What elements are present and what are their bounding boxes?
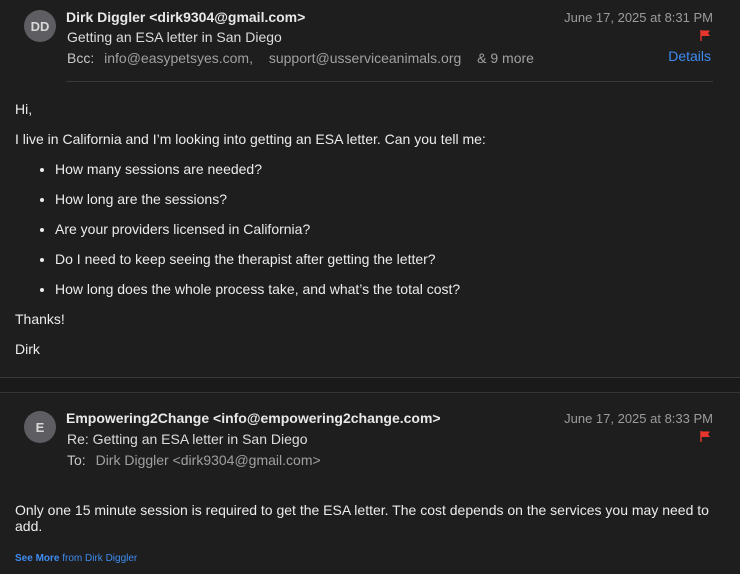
intro: I live in California and I’m looking int… xyxy=(15,131,486,147)
flag-icon[interactable] xyxy=(700,431,711,442)
list-item: How many sessions are needed? xyxy=(55,160,720,178)
avatar[interactable]: DD xyxy=(24,10,56,42)
message-body: Hi, I live in California and I’m looking… xyxy=(15,100,720,370)
greeting: Hi, xyxy=(15,101,33,117)
date: June 17, 2025 at 8:31 PM xyxy=(564,10,713,25)
sender[interactable]: Empowering2Change <info@empowering2chang… xyxy=(66,410,441,426)
list-item: How long does the whole process take, an… xyxy=(55,280,720,298)
header-divider xyxy=(66,81,713,82)
avatar[interactable]: E xyxy=(24,411,56,443)
date: June 17, 2025 at 8:33 PM xyxy=(564,411,713,426)
see-more-link[interactable]: See More xyxy=(15,553,59,564)
to-label: To: xyxy=(67,452,86,468)
signature: Dirk xyxy=(15,341,40,357)
list-item: How long are the sessions? xyxy=(55,190,720,208)
message-empowering2change: E Empowering2Change <info@empowering2cha… xyxy=(0,393,740,574)
bcc-recipients: Bcc: info@easypetsyes.com, support@usser… xyxy=(67,50,534,66)
recipient[interactable]: info@easypetsyes.com, xyxy=(104,50,253,66)
see-more-from: from Dirk Diggler xyxy=(62,553,138,564)
flag-icon[interactable] xyxy=(700,30,711,41)
subject: Getting an ESA letter in San Diego xyxy=(67,29,282,45)
list-item: Are your providers licensed in Californi… xyxy=(55,220,720,238)
message-dirk: DD Dirk Diggler <dirk9304@gmail.com> Jun… xyxy=(0,0,740,378)
message-separator xyxy=(0,378,740,393)
thanks: Thanks! xyxy=(15,311,65,327)
sender[interactable]: Dirk Diggler <dirk9304@gmail.com> xyxy=(66,9,305,25)
bcc-label: Bcc: xyxy=(67,50,95,66)
recipient[interactable]: support@usserviceanimals.org xyxy=(269,50,461,66)
question-list: How many sessions are needed? How long a… xyxy=(15,160,720,298)
subject: Re: Getting an ESA letter in San Diego xyxy=(67,431,308,447)
to-recipients: To: Dirk Diggler <dirk9304@gmail.com> xyxy=(67,452,321,468)
recipient[interactable]: Dirk Diggler <dirk9304@gmail.com> xyxy=(96,452,321,468)
see-more: See More from Dirk Diggler xyxy=(15,553,137,564)
list-item: Do I need to keep seeing the therapist a… xyxy=(55,250,720,268)
details-button[interactable]: Details xyxy=(668,48,711,64)
message-body: Only one 15 minute session is required t… xyxy=(15,502,709,534)
more-recipients[interactable]: & 9 more xyxy=(477,50,534,66)
